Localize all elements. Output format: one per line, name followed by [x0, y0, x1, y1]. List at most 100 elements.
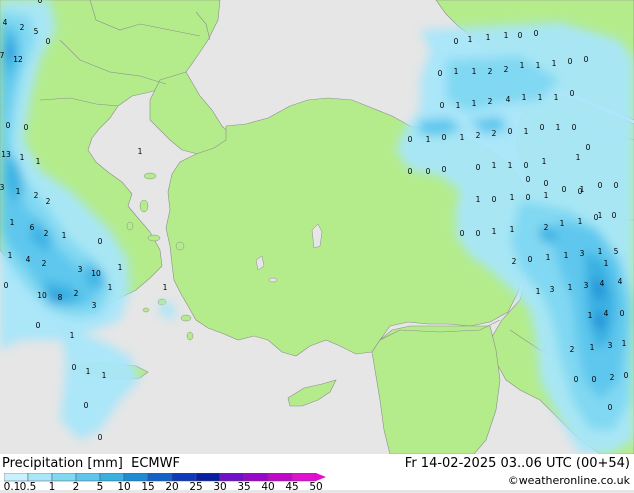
precip-value-label: 10 [91, 269, 101, 278]
credit-link[interactable]: ©weatheronline.co.uk [508, 474, 630, 487]
precip-value-label: 1 [492, 161, 497, 170]
precip-value-label: 1 [454, 67, 459, 76]
color-scale-segment [219, 473, 245, 482]
precip-value-label: 1 [460, 133, 465, 142]
precip-value-label: 3 [608, 341, 613, 350]
precip-value-label: 4 [3, 18, 8, 27]
precip-value-label: 0 [438, 69, 443, 78]
color-scale-tick-label: 0.1 [3, 481, 21, 493]
precip-value-label: 0 [578, 187, 583, 196]
color-scale-tick-label: 25 [189, 481, 203, 493]
precip-value-label: 4 [600, 279, 605, 288]
precip-value-label: 1 [544, 191, 549, 200]
color-scale-segment [195, 473, 221, 482]
precip-value-label: 6 [30, 223, 35, 232]
precip-value-label: 0 [72, 363, 77, 372]
color-scale-tick-label: 45 [285, 481, 299, 493]
precip-value-label: 1 [556, 123, 561, 132]
precip-value-label: 0 [620, 309, 625, 318]
precip-value-label: 1 [510, 225, 515, 234]
precip-value-label: 1 [554, 93, 559, 102]
color-scale-segment [291, 473, 317, 482]
color-scale-segment [267, 473, 293, 482]
precip-value-label: 0 [408, 135, 413, 144]
color-scale-tick-label: 40 [261, 481, 275, 493]
color-scale-arrow [316, 473, 326, 481]
legend-title: Precipitation [mm] ECMWF [2, 456, 180, 471]
color-scale-tick-label: 1 [48, 481, 56, 493]
precipitation-map: 042 501270 013 1 13 1 22162 101 4 23 101010 8 231010… [0, 0, 634, 490]
precip-value-label: 1 [508, 161, 513, 170]
precip-value-label: 4 [604, 309, 609, 318]
precip-value-label: 5 [34, 27, 39, 36]
precip-value-label: 1 [86, 367, 91, 376]
precip-value-label: 1 [552, 59, 557, 68]
precip-value-label: 0 [508, 127, 513, 136]
precip-value-label: 1 [604, 259, 609, 268]
precip-value-label: 0 [408, 167, 413, 176]
precip-value-label: 4 [506, 95, 511, 104]
precip-value-label: 1 [538, 93, 543, 102]
precip-value-label: 0 [574, 375, 579, 384]
precip-value-label: 0 [568, 57, 573, 66]
precip-value-label: 1 [536, 287, 541, 296]
color-scale-tick-label: 2 [72, 481, 80, 493]
precip-value-label: 0 [562, 185, 567, 194]
precip-value-label: 0 [544, 179, 549, 188]
precip-value-label: 0 [614, 181, 619, 190]
precip-value-label: 0 [38, 0, 43, 5]
precip-value-label: 1 [36, 157, 41, 166]
precip-value-label: 5 [614, 247, 619, 256]
precip-value-label: 2 [34, 191, 39, 200]
precip-value-label: 2 [44, 229, 49, 238]
color-scale-segment [147, 473, 173, 482]
precip-value-label: 1 [456, 101, 461, 110]
land-levant [371, 325, 501, 455]
color-scale-tick-label: 20 [165, 481, 179, 493]
precip-value-label: 0 [518, 31, 523, 40]
color-scale-tick-label: 10 [117, 481, 131, 493]
precip-value-label: 0 [528, 255, 533, 264]
color-scale-segment [99, 473, 125, 482]
precip-value-label: 2 [46, 197, 51, 206]
precip-value-label: 1 [522, 93, 527, 102]
precip-value-label: 1 [590, 343, 595, 352]
precip-value-label: 0 [4, 281, 9, 290]
color-scale-segment [75, 473, 101, 482]
color-scale-segment [27, 473, 53, 482]
precip-value-label: 0 [440, 101, 445, 110]
color-scale-segment [243, 473, 269, 482]
precip-value-label: 1 [476, 195, 481, 204]
precip-value-label: 1 [10, 218, 15, 227]
precip-value-label: 0 [592, 375, 597, 384]
precip-value-label: 1 [426, 135, 431, 144]
precip-value-label: 1 [520, 61, 525, 70]
precip-value-label: 1 [16, 187, 21, 196]
precip-value-label: 1 [472, 99, 477, 108]
precip-value-label: 1 [70, 331, 75, 340]
precip-value-label: 0 [526, 193, 531, 202]
color-scale-tick-label: 5 [96, 481, 104, 493]
precip-value-label: 3 [584, 281, 589, 290]
precip-value-label: 2 [512, 257, 517, 266]
precip-value-label: 0 [584, 55, 589, 64]
precip-value-label: 3 [78, 265, 83, 274]
precip-value-label: 0 [476, 229, 481, 238]
precip-value-label: 2 [544, 223, 549, 232]
precip-value-label: 1 [138, 147, 143, 156]
precip-value-label: 3 [550, 285, 555, 294]
precip-value-label: 1 [102, 371, 107, 380]
precip-value-label: 1 [163, 283, 168, 292]
precip-value-label: 1 [492, 227, 497, 236]
precip-value-label: 0 [534, 29, 539, 38]
precip-value-label: 1 [578, 217, 583, 226]
precip-value-label: 4 [618, 277, 623, 286]
color-scale-segment [51, 473, 77, 482]
precip-value-label: 1 [546, 253, 551, 262]
precip-value-label: 1 [588, 311, 593, 320]
precip-value-label: 2 [492, 129, 497, 138]
precip-value-label: 1 [564, 251, 569, 260]
forecast-datetime: Fr 14-02-2025 03..06 UTC (00+54) [404, 456, 630, 471]
precip-value-label: 1 [622, 339, 627, 348]
precip-value-label: 1 [108, 283, 113, 292]
